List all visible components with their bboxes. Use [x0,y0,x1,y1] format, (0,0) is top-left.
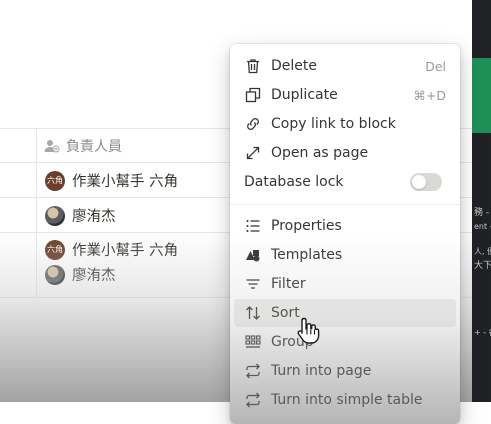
shapes-icon [243,245,263,265]
table-cell-person[interactable]: 廖洧杰 [45,205,116,226]
menu-item-label: Delete [271,58,317,74]
link-icon [243,114,263,134]
database-lock-toggle[interactable] [410,173,442,191]
avatar: 六角 [45,239,65,260]
list-icon [243,216,263,236]
menu-item-label: Properties [271,218,342,234]
menu-item-label: Copy link to block [271,116,396,132]
table-cell-person[interactable]: 六角 作業小幫手 六角 [45,239,178,260]
side-text: 大下午 [474,261,491,271]
person-name: 廖洧杰 [72,268,116,284]
block-context-menu: Delete Del Duplicate ⌘+D Copy link to bl… [230,44,460,424]
menu-item-templates[interactable]: Templates [234,241,456,269]
column-divider [36,128,37,298]
column-header-assignee[interactable]: 負責人員 [44,136,122,156]
menu-item-label: Filter [271,276,306,292]
menu-item-label: Turn into page [271,363,372,379]
expand-arrows-icon [243,143,263,163]
menu-item-turn-into-page[interactable]: Turn into page [234,357,456,385]
menu-item-duplicate[interactable]: Duplicate ⌘+D [234,81,456,109]
hand-cursor-icon [297,317,320,344]
duplicate-icon [243,85,263,105]
menu-item-shortcut: ⌘+D [413,87,446,103]
person-name: 作業小幫手 六角 [72,243,179,259]
menu-item-turn-into-simple-table[interactable]: Turn into simple table [234,386,456,414]
side-text: 務 - 6 [474,208,491,218]
side-text: 人, 優 [474,247,491,256]
person-name: 作業小幫手 六角 [72,174,179,190]
person-name: 廖洧杰 [72,209,116,225]
menu-item-label: Database lock [244,174,344,190]
side-text: ent - [474,222,491,231]
avatar [45,264,65,285]
adjacent-window-strip: 務 - 6 ent - 人, 優 大下午 + - 各 [472,0,491,402]
menu-item-delete[interactable]: Delete Del [234,52,456,80]
menu-divider [230,204,460,205]
filter-icon [243,274,263,294]
menu-item-shortcut: Del [425,58,446,74]
person-icon [44,140,60,153]
group-icon [243,332,263,352]
avatar [45,205,65,226]
menu-item-database-lock[interactable]: Database lock [234,168,456,196]
menu-item-sort[interactable]: Sort [234,299,456,327]
menu-item-group[interactable]: Group [234,328,456,356]
green-panel [472,58,491,133]
turn-into-icon [243,361,263,381]
sort-icon [243,303,263,323]
table-cell-person[interactable]: 廖洧杰 [45,264,116,285]
menu-item-label: Duplicate [271,87,338,103]
menu-item-label: Turn into simple table [271,392,423,408]
menu-item-filter[interactable]: Filter [234,270,456,298]
table-cell-person[interactable]: 六角 作業小幫手 六角 [45,170,178,191]
side-text: + - 各 [474,328,491,337]
menu-item-open-as-page[interactable]: Open as page [234,139,456,167]
trash-icon [243,56,263,76]
menu-item-copy-link[interactable]: Copy link to block [234,110,456,138]
menu-item-properties[interactable]: Properties [234,212,456,240]
menu-item-label: Open as page [271,145,369,161]
turn-into-icon [243,390,263,410]
menu-item-label: Templates [271,247,343,263]
avatar: 六角 [45,170,65,191]
column-header-label: 負責人員 [66,139,122,155]
